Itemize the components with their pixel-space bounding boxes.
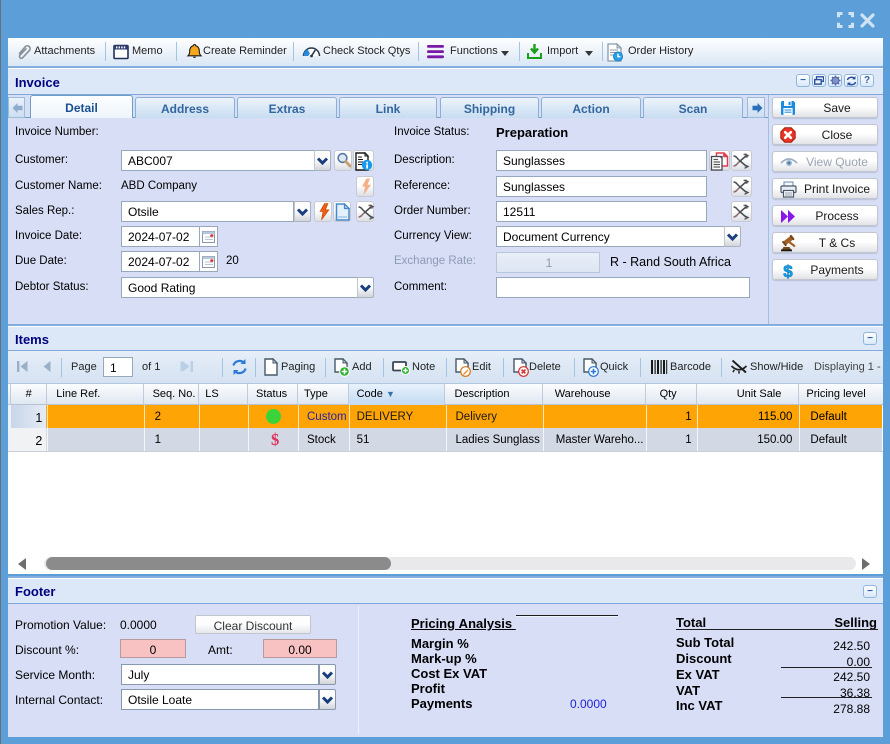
svg-text:$: $ — [783, 262, 793, 280]
